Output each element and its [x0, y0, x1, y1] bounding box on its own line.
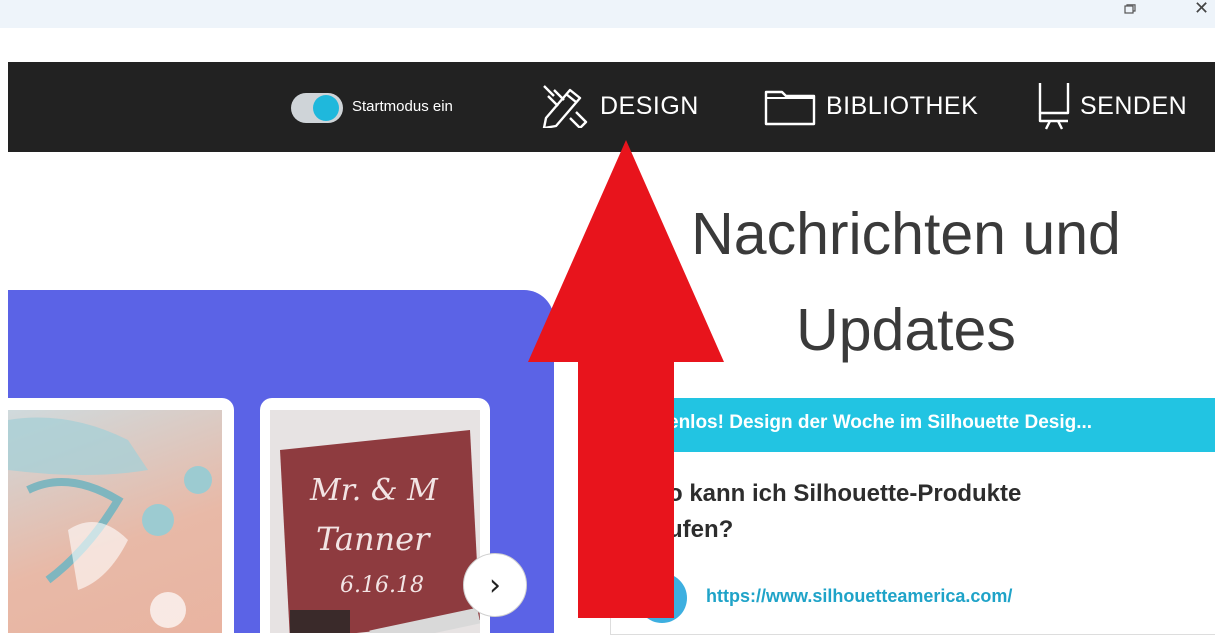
- promo-image-wedding: Mr. & M Tanner 6.16.18: [270, 410, 481, 633]
- tab-send-label: SENDEN: [1080, 91, 1188, 120]
- tab-library[interactable]: BIBLIOTHEK: [764, 78, 978, 134]
- toggle-knob: [313, 95, 339, 121]
- restore-window-icon[interactable]: [1124, 4, 1136, 14]
- news-title-line2: Updates: [796, 297, 1016, 363]
- news-question: o kann ich Silhouette-Produkte ufen?: [668, 476, 1088, 548]
- tab-library-label: BIBLIOTHEK: [826, 91, 979, 120]
- close-window-icon[interactable]: ✕: [1194, 0, 1209, 19]
- red-arrow-annotation: [528, 140, 724, 618]
- carousel-next-button[interactable]: ›: [463, 553, 527, 617]
- start-mode-label: Startmodus ein: [352, 98, 453, 115]
- svg-text:Tanner: Tanner: [316, 520, 431, 558]
- send-cutter-icon: [1038, 83, 1070, 130]
- tab-design-label: DESIGN: [600, 91, 699, 120]
- promo-image-vinyl: [8, 410, 222, 633]
- wedding-sign-illustration: Mr. & M Tanner 6.16.18: [280, 430, 481, 633]
- window-titlebar: [0, 0, 1215, 28]
- vinyl-decal-illustration: [8, 417, 212, 628]
- svg-text:6.16.18: 6.16.18: [340, 573, 424, 598]
- promo-card[interactable]: [8, 398, 234, 633]
- news-banner-text: enlos! Design der Woche im Silhouette De…: [668, 412, 1093, 433]
- silhouette-website-link[interactable]: https://www.silhouetteamerica.com/: [706, 586, 1012, 607]
- news-title-line1: Nachrichten und: [691, 201, 1121, 267]
- tab-design[interactable]: DESIGN: [540, 78, 699, 134]
- tab-send[interactable]: SENDEN: [1034, 78, 1187, 134]
- folder-icon: [764, 90, 816, 126]
- design-pencil-icon: [542, 85, 588, 128]
- start-mode-toggle[interactable]: [291, 93, 343, 123]
- promo-card[interactable]: Mr. & M Tanner 6.16.18: [260, 398, 490, 633]
- svg-text:Mr. & M: Mr. & M: [309, 473, 439, 508]
